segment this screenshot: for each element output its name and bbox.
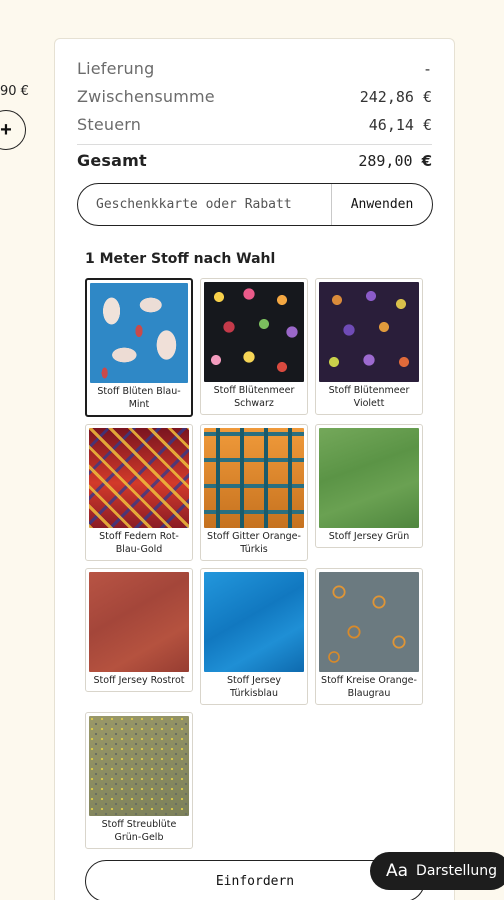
quantity-increase-button[interactable]: +	[0, 110, 26, 150]
total-row: Gesamt 289,00 €	[77, 151, 432, 170]
fabric-swatch-image	[204, 282, 304, 382]
fabric-swatch-image	[319, 428, 419, 528]
delivery-label: Lieferung	[77, 59, 155, 78]
tax-row: Steuern 46,14 €	[77, 115, 432, 134]
fabric-swatch-image	[89, 428, 189, 528]
subtotal-label: Zwischensumme	[77, 87, 215, 106]
tax-label: Steuern	[77, 115, 142, 134]
coupon-input[interactable]	[78, 184, 331, 225]
fabric-option-label: Stoff Kreise Orange-Blaugrau	[321, 675, 417, 699]
fabric-option-streubluete-gruen-gelb[interactable]: Stoff Streublüte Grün-Gelb	[85, 712, 193, 849]
fabric-option-label: Stoff Jersey Grün	[328, 531, 410, 542]
fabric-option-jersey-tuerkisblau[interactable]: Stoff Jersey Türkisblau	[200, 568, 308, 705]
fabric-option-bluetenmeer-violett[interactable]: Stoff Blütenmeer Violett	[315, 278, 423, 415]
fabric-swatch-image	[89, 572, 189, 672]
fabric-option-label: Stoff Streublüte Grün-Gelb	[101, 819, 177, 843]
fabric-option-label: Stoff Blütenmeer Schwarz	[213, 385, 295, 409]
subtotal-value: 242,86 €	[359, 87, 432, 106]
apply-coupon-button[interactable]: Anwenden	[331, 184, 432, 225]
fabric-option-federn-rot-blau-gold[interactable]: Stoff Federn Rot-Blau-Gold	[85, 424, 193, 561]
fabric-option-bluetenmeer-schwarz[interactable]: Stoff Blütenmeer Schwarz	[200, 278, 308, 415]
text-size-icon: Aa	[386, 861, 409, 881]
fabric-option-label: Stoff Jersey Rostrot	[93, 675, 185, 686]
fabric-swatch-image	[90, 283, 188, 383]
fabric-swatch-image	[319, 572, 419, 672]
fabric-option-jersey-gruen[interactable]: Stoff Jersey Grün	[315, 424, 423, 548]
fabric-option-blueten-blau-mint[interactable]: Stoff Blüten Blau-Mint	[85, 278, 193, 417]
total-label: Gesamt	[77, 151, 147, 170]
total-value: 289,00 €	[358, 152, 432, 170]
fabric-option-label: Stoff Federn Rot-Blau-Gold	[99, 531, 179, 555]
subtotal-row: Zwischensumme 242,86 €	[77, 87, 432, 106]
fabric-option-jersey-rostrot[interactable]: Stoff Jersey Rostrot	[85, 568, 193, 692]
fabric-swatch-image	[204, 572, 304, 672]
fabric-swatch-image	[204, 428, 304, 528]
delivery-value: -	[422, 59, 432, 78]
delivery-row: Lieferung -	[77, 59, 432, 78]
coupon-form: Anwenden	[77, 183, 433, 226]
fabric-option-label: Stoff Blütenmeer Violett	[328, 385, 410, 409]
fabric-option-gitter-orange-tuerkis[interactable]: Stoff Gitter Orange-Türkis	[200, 424, 308, 561]
fabric-option-kreise-orange-blaugrau[interactable]: Stoff Kreise Orange-Blaugrau	[315, 568, 423, 705]
total-amount: 289,00	[358, 151, 413, 170]
tax-value: 46,14 €	[368, 115, 432, 134]
fabric-swatch-image	[319, 282, 419, 382]
order-summary-panel: Lieferung - Zwischensumme 242,86 € Steue…	[54, 38, 455, 900]
fabric-option-label: Stoff Jersey Türkisblau	[226, 675, 282, 699]
summary-divider	[77, 144, 432, 145]
total-currency: €	[421, 151, 432, 170]
fabric-offer-title: 1 Meter Stoff nach Wahl	[85, 251, 276, 267]
fabric-option-grid: Stoff Blüten Blau-Mint Stoff Blütenmeer …	[85, 278, 425, 849]
fabric-option-label: Stoff Gitter Orange-Türkis	[207, 531, 301, 555]
cart-item-price-fragment: 90 €	[0, 84, 29, 99]
fabric-option-label: Stoff Blüten Blau-Mint	[97, 386, 181, 410]
fabric-swatch-image	[89, 716, 189, 816]
appearance-settings-button[interactable]: Aa Darstellung	[370, 852, 504, 890]
appearance-label: Darstellung	[416, 863, 497, 879]
